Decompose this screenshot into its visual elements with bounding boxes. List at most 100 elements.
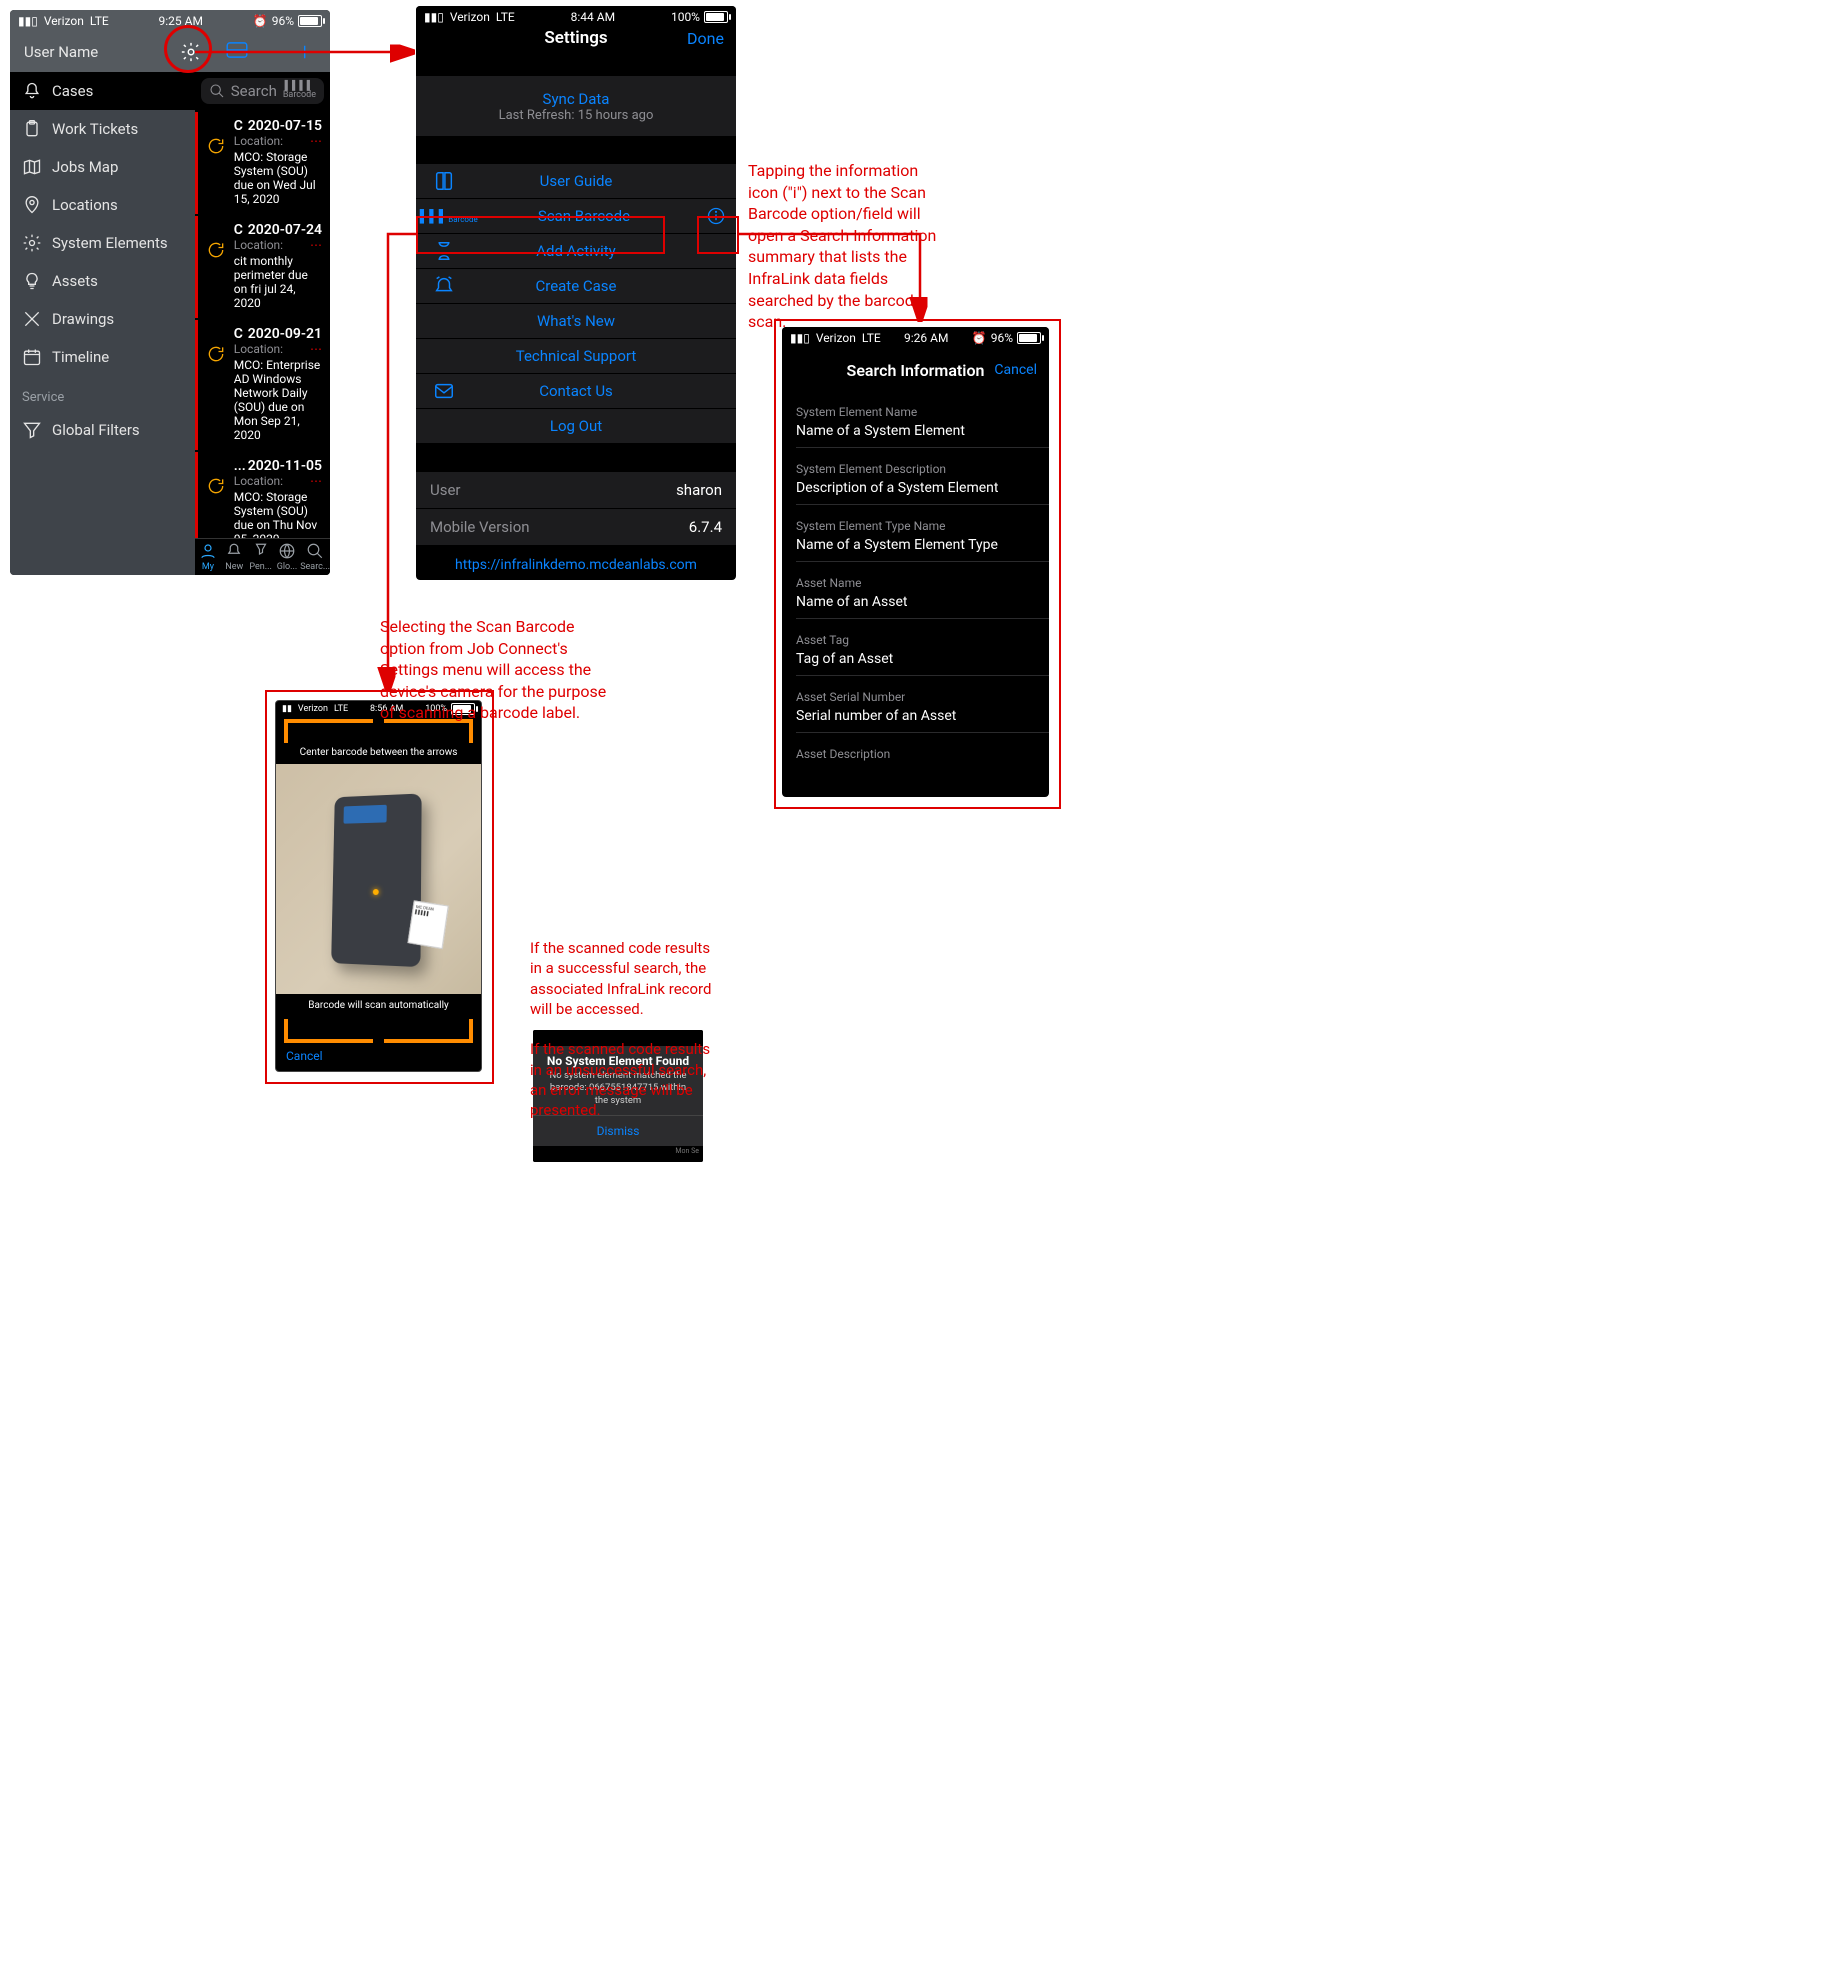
- more-icon[interactable]: ⋯: [310, 134, 322, 148]
- gear-icon: [22, 233, 42, 253]
- server-url-link[interactable]: https://infralinkdemo.mcdeanlabs.com: [416, 545, 736, 580]
- sidebar-item-label: Global Filters: [52, 421, 140, 439]
- bottom-tab-my[interactable]: My: [195, 539, 221, 575]
- battery-percent: 96%: [991, 331, 1013, 345]
- user-row-label: User: [430, 481, 461, 499]
- case-description: cit monthly perimeter due on fri jul 24,…: [234, 254, 322, 310]
- sidebar-item-assets[interactable]: Assets: [10, 262, 195, 300]
- tab-icon: [225, 542, 243, 560]
- barcode-icon[interactable]: ▌▌▌▌Barcode: [283, 82, 316, 100]
- settings-item-create-case[interactable]: Create Case: [416, 268, 736, 303]
- bell-icon: [22, 81, 42, 101]
- search-bar[interactable]: Search ▌▌▌▌Barcode: [201, 78, 324, 104]
- sidebar-item-jobs-map[interactable]: Jobs Map: [10, 148, 195, 186]
- sidebar-item-drawings[interactable]: Drawings: [10, 300, 195, 338]
- sync-data-button[interactable]: Sync Data Last Refresh: 15 hours ago: [416, 76, 736, 136]
- field-value: Serial number of an Asset: [782, 708, 1049, 732]
- more-icon[interactable]: ⋯: [310, 238, 322, 252]
- user-row-value: sharon: [676, 481, 722, 499]
- hint-top: Center barcode between the arrows: [276, 741, 481, 764]
- bottom-tab-searc[interactable]: Searc...: [300, 539, 330, 575]
- bulb-icon: [22, 271, 42, 291]
- bottom-tab-new[interactable]: New: [221, 539, 247, 575]
- scanned-device-illustration: MC DEAN▌▌▌▌▌: [331, 793, 422, 967]
- cases-list[interactable]: C2020-07-15Location:⋯MCO: Storage System…: [195, 110, 330, 538]
- carrier: Verizon: [44, 14, 84, 28]
- calendar-icon: [22, 347, 42, 367]
- phone-settings: ▮▮▯ Verizon LTE 8:44 AM 100% Settings Do…: [416, 6, 736, 580]
- done-button[interactable]: Done: [687, 29, 724, 48]
- sync-title: Sync Data: [543, 90, 610, 108]
- settings-item-label: Log Out: [472, 417, 736, 435]
- network: LTE: [334, 704, 348, 714]
- settings-item-technical-support[interactable]: Technical Support: [416, 338, 736, 373]
- more-icon[interactable]: ⋯: [310, 474, 322, 488]
- signal-bars-icon: ▮▮▯: [424, 10, 444, 24]
- carrier: Verizon: [816, 331, 856, 345]
- case-location-label: Location:: [234, 134, 283, 148]
- sidebar-item-locations[interactable]: Locations: [10, 186, 195, 224]
- tab-label: My: [202, 562, 214, 572]
- more-icon[interactable]: ⋯: [310, 342, 322, 356]
- bottom-tab-pen[interactable]: Pen...: [247, 539, 273, 575]
- clipboard-icon: [22, 119, 42, 139]
- sidebar-item-work-tickets[interactable]: Work Tickets: [10, 110, 195, 148]
- case-badge: C: [234, 222, 243, 238]
- search-info-header: Search Information Cancel: [782, 349, 1049, 391]
- search-info-fields[interactable]: System Element NameName of a System Elem…: [782, 391, 1049, 765]
- battery-percent: 100%: [671, 10, 700, 24]
- settings-item-label: Technical Support: [472, 347, 736, 365]
- tab-icon: [306, 542, 324, 560]
- case-card[interactable]: C2020-07-24Location:⋯cit monthly perimet…: [195, 216, 330, 318]
- cancel-button[interactable]: Cancel: [276, 1041, 481, 1071]
- settings-item-add-activity[interactable]: Add Activity: [416, 233, 736, 268]
- case-card[interactable]: C2020-07-15Location:⋯MCO: Storage System…: [195, 112, 330, 214]
- tab-icon: [199, 542, 217, 560]
- settings-item-scan-barcode[interactable]: ▌▌▌▌BarcodeScan Barcode: [416, 198, 736, 233]
- field-label: System Element Name: [782, 391, 1049, 423]
- bottom-tab-bar: My New Pen...Glo...Searc...: [195, 538, 330, 575]
- field-value: Name of a System Element: [782, 423, 1049, 447]
- carrier: Verizon: [298, 704, 328, 714]
- sidebar-item-timeline[interactable]: Timeline: [10, 338, 195, 376]
- sync-swirl-icon: [206, 136, 226, 206]
- field-value: Tag of an Asset: [782, 651, 1049, 675]
- field-value: Description of a System Element: [782, 480, 1049, 504]
- battery-percent: 96%: [272, 14, 294, 28]
- settings-item-log-out[interactable]: Log Out: [416, 408, 736, 443]
- sidebar-item-label: System Elements: [52, 234, 168, 252]
- clock: 9:25 AM: [159, 14, 203, 28]
- pin-icon: [22, 195, 42, 215]
- settings-item-contact-us[interactable]: Contact Us: [416, 373, 736, 408]
- cancel-button[interactable]: Cancel: [994, 362, 1037, 378]
- book-icon: [416, 170, 472, 192]
- status-bar: ▮▮▯ Verizon LTE 9:25 AM ⏰ 96%: [10, 10, 330, 32]
- sidebar-item-label: Drawings: [52, 310, 114, 328]
- bottom-tab-glo[interactable]: Glo...: [274, 539, 300, 575]
- settings-item-user-guide[interactable]: User Guide: [416, 164, 736, 198]
- tab-label: Searc...: [300, 562, 330, 572]
- sidebar-item-system-elements[interactable]: System Elements: [10, 224, 195, 262]
- settings-item-label: Add Activity: [472, 242, 736, 260]
- sidebar-nav: Cases Work Tickets Jobs MapLocations System…: [10, 72, 195, 575]
- info-icon[interactable]: [696, 206, 736, 226]
- sync-subtitle: Last Refresh: 15 hours ago: [499, 108, 654, 123]
- sidebar-item-cases[interactable]: Cases: [10, 72, 195, 110]
- settings-item-label: Create Case: [472, 277, 736, 295]
- case-card[interactable]: ...2020-11-05Location:⋯MCO: Storage Syst…: [195, 452, 330, 538]
- settings-item-label: Contact Us: [472, 382, 736, 400]
- viewfinder-bracket-bottom: [284, 1019, 473, 1039]
- case-description: MCO: Enterprise AD Windows Network Daily…: [234, 358, 322, 442]
- sidebar-item-label: Cases: [52, 82, 93, 100]
- case-card[interactable]: C2020-09-21Location:⋯MCO: Enterprise AD …: [195, 320, 330, 450]
- sidebar-item-global-filters[interactable]: Global Filters: [10, 411, 195, 449]
- camera-viewport: MC DEAN▌▌▌▌▌: [276, 764, 481, 994]
- barcode-sticker: MC DEAN▌▌▌▌▌: [407, 900, 448, 949]
- network: LTE: [496, 10, 515, 24]
- tab-label: New: [225, 562, 243, 572]
- settings-menu: User Guide▌▌▌▌BarcodeScan Barcode Add Act…: [416, 164, 736, 443]
- case-badge: ...: [234, 458, 246, 474]
- settings-item-what's-new[interactable]: What's New: [416, 303, 736, 338]
- sidebar-item-label: Work Tickets: [52, 120, 138, 138]
- carrier: Verizon: [450, 10, 490, 24]
